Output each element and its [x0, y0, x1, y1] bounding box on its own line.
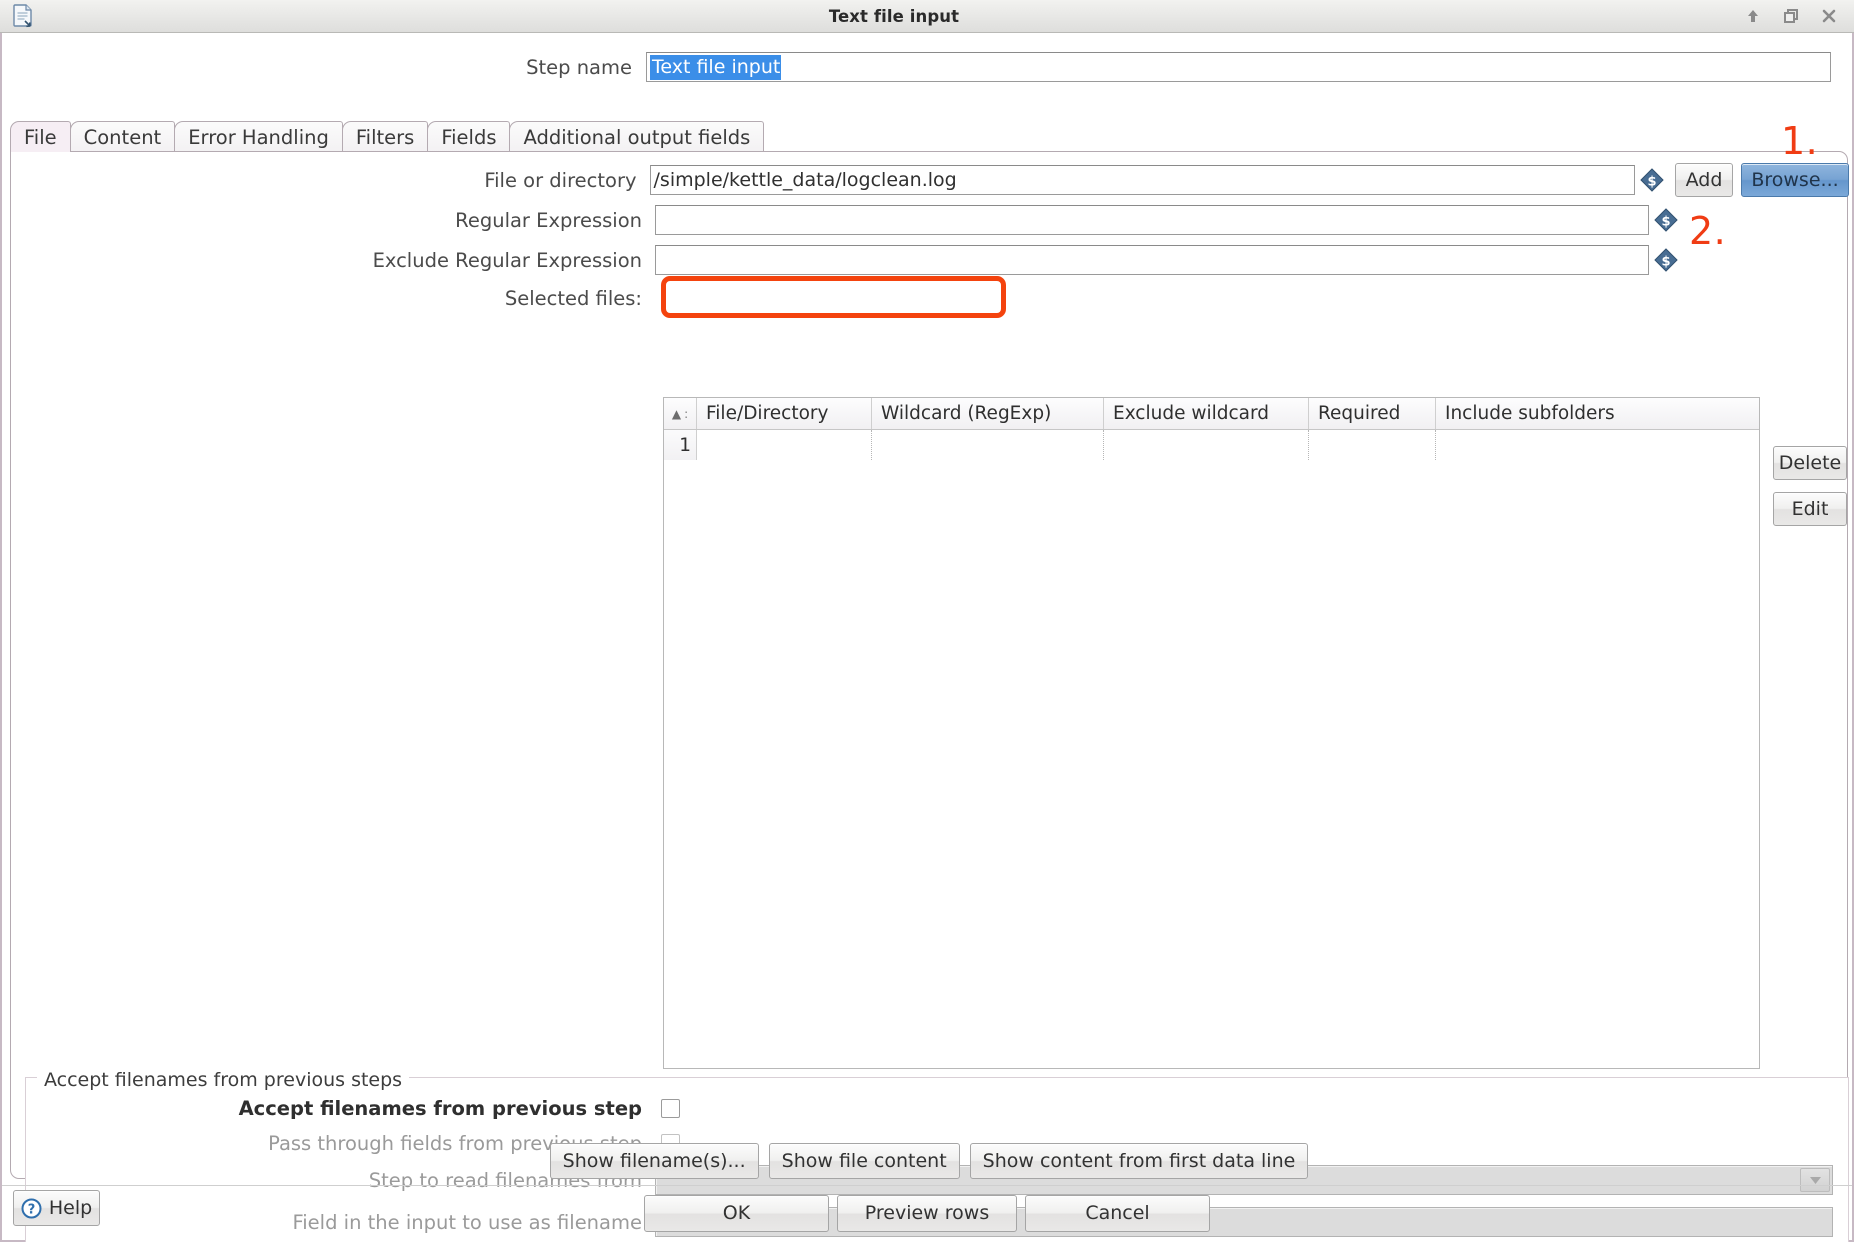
show-content-first-data-line-button-label: Show content from first data line	[982, 1150, 1296, 1172]
table-header-row: ▲ : File/Directory Wildcard (RegExp) Exc…	[664, 398, 1759, 430]
selected-files-label: Selected files:	[504, 287, 642, 310]
tab-additional-output-fields-label: Additional output fields	[523, 125, 751, 149]
table-sort-indicator[interactable]: ▲ :	[664, 398, 697, 429]
table-row-number: 1	[664, 430, 697, 460]
tab-content[interactable]: Content	[69, 121, 176, 152]
question-circle-icon: ?	[21, 1198, 42, 1219]
help-button[interactable]: ? Help	[13, 1190, 100, 1226]
edit-button[interactable]: Edit	[1773, 492, 1847, 526]
file-or-directory-value: /simple/kettle_data/logclean.log	[653, 169, 957, 191]
column-header-required[interactable]: Required	[1309, 398, 1436, 429]
show-file-content-button-label: Show file content	[781, 1150, 947, 1172]
exclude-regular-expression-label: Exclude Regular Expression	[372, 248, 642, 272]
dialog-footer: OK Preview rows Cancel	[2, 1185, 1852, 1240]
table-row[interactable]: 1	[664, 430, 1759, 460]
regular-expression-row: Regular Expression $	[11, 205, 1849, 235]
file-tab-panel: File or directory /simple/kettle_data/lo…	[10, 119, 1849, 1242]
file-document-icon	[0, 4, 46, 28]
regular-expression-label: Regular Expression	[455, 208, 642, 232]
cell-include-subfolders[interactable]	[1436, 430, 1759, 460]
tab-strip: File Content Error Handling Filters Fiel…	[10, 121, 1848, 152]
add-button[interactable]: Add	[1675, 163, 1733, 197]
step-name-input[interactable]: Text file input	[646, 52, 1831, 82]
annotation-1: 1.	[1781, 119, 1819, 163]
exclude-regular-expression-row: Exclude Regular Expression $	[11, 245, 1849, 275]
tab-fields-label: Fields	[441, 125, 497, 149]
tab-file-label: File	[24, 125, 57, 149]
file-or-directory-row: File or directory /simple/kettle_data/lo…	[11, 163, 1849, 197]
accept-filenames-row: Accept filenames from previous step	[11, 1097, 1849, 1120]
svg-text:?: ?	[28, 1202, 36, 1217]
tab-filters[interactable]: Filters	[341, 121, 429, 152]
selected-files-table[interactable]: ▲ : File/Directory Wildcard (RegExp) Exc…	[663, 397, 1760, 1069]
step-name-label: Step name	[526, 55, 632, 79]
regular-expression-input[interactable]	[655, 205, 1649, 235]
show-content-first-data-line-button[interactable]: Show content from first data line	[969, 1143, 1309, 1179]
cell-wildcard[interactable]	[872, 430, 1104, 460]
show-file-content-button[interactable]: Show file content	[768, 1143, 960, 1179]
cell-exclude-wildcard[interactable]	[1104, 430, 1309, 460]
cell-file-directory[interactable]	[697, 430, 872, 460]
delete-button-label: Delete	[1778, 452, 1842, 474]
edit-button-label: Edit	[1791, 498, 1829, 520]
show-buttons-row: Show filename(s)... Show file content Sh…	[2, 1143, 1854, 1179]
column-header-include-subfolders[interactable]: Include subfolders	[1436, 398, 1759, 429]
close-button[interactable]	[1818, 5, 1840, 27]
sort-ascending-icon: ▲	[671, 406, 682, 421]
window-title: Text file input	[828, 6, 960, 26]
browse-button[interactable]: Browse...	[1741, 163, 1849, 197]
show-filenames-button[interactable]: Show filename(s)...	[549, 1143, 759, 1179]
column-header-exclude-wildcard[interactable]: Exclude wildcard	[1104, 398, 1309, 429]
text-file-input-dialog: Step name Text file input File Content E…	[0, 33, 1854, 1242]
tab-file[interactable]: File	[10, 121, 71, 152]
tab-filters-label: Filters	[355, 125, 415, 149]
window-controls	[1742, 5, 1854, 27]
tab-additional-output-fields[interactable]: Additional output fields	[509, 121, 765, 152]
svg-text:$: $	[1661, 215, 1670, 230]
cancel-button[interactable]: Cancel	[1025, 1194, 1210, 1232]
tab-error-handling[interactable]: Error Handling	[174, 121, 343, 152]
svg-text:$: $	[1647, 175, 1656, 190]
minimize-button[interactable]	[1742, 5, 1764, 27]
delete-button[interactable]: Delete	[1773, 446, 1847, 480]
cancel-button-label: Cancel	[1085, 1202, 1150, 1224]
ok-button[interactable]: OK	[644, 1194, 829, 1232]
annotation-2: 2.	[1689, 209, 1727, 253]
ok-button-label: OK	[722, 1202, 751, 1224]
tab-content-label: Content	[83, 125, 162, 149]
accept-filenames-checkbox[interactable]	[661, 1099, 680, 1118]
browse-button-label: Browse...	[1751, 169, 1839, 191]
help-button-label: Help	[48, 1197, 93, 1219]
file-or-directory-input[interactable]: /simple/kettle_data/logclean.log	[649, 165, 1635, 195]
tab-fields[interactable]: Fields	[427, 121, 511, 152]
tab-error-handling-label: Error Handling	[188, 125, 329, 149]
show-filenames-button-label: Show filename(s)...	[562, 1150, 746, 1172]
variable-dollar-icon[interactable]: $	[1653, 207, 1679, 233]
accept-filenames-group-title: Accept filenames from previous steps	[37, 1069, 410, 1091]
highlight-box-file-or-directory	[661, 276, 1006, 318]
cell-required[interactable]	[1309, 430, 1436, 460]
variable-dollar-icon[interactable]: $	[1639, 167, 1665, 193]
svg-text:$: $	[1661, 255, 1670, 270]
column-header-file-directory[interactable]: File/Directory	[697, 398, 872, 429]
dialog-buttons-row: OK Preview rows Cancel	[2, 1194, 1852, 1232]
window-titlebar: Text file input	[0, 0, 1854, 33]
add-button-label: Add	[1685, 169, 1723, 191]
column-header-wildcard[interactable]: Wildcard (RegExp)	[872, 398, 1104, 429]
file-or-directory-label: File or directory	[484, 168, 637, 192]
step-name-value: Text file input	[650, 54, 782, 80]
preview-rows-button-label: Preview rows	[864, 1202, 990, 1224]
accept-filenames-label: Accept filenames from previous step	[238, 1097, 642, 1120]
restore-button[interactable]	[1780, 5, 1802, 27]
preview-rows-button[interactable]: Preview rows	[837, 1194, 1017, 1232]
step-name-row: Step name Text file input	[2, 47, 1854, 87]
exclude-regular-expression-input[interactable]	[655, 245, 1649, 275]
variable-dollar-icon[interactable]: $	[1653, 247, 1679, 273]
